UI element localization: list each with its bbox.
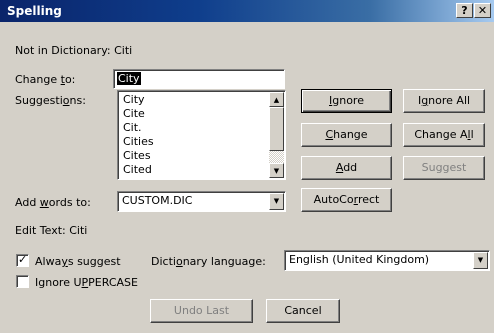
add-words-to-label: Add words to: <box>15 196 91 209</box>
ignore-button[interactable]: Ignore <box>301 89 392 113</box>
chevron-down-icon[interactable]: ▼ <box>473 252 488 269</box>
autocorrect-button[interactable]: AutoCorrect <box>301 188 392 212</box>
change-to-value: City <box>117 72 141 85</box>
edit-text-label: Edit Text: Citi <box>15 224 88 237</box>
scroll-down-icon[interactable]: ▼ <box>269 163 284 178</box>
change-to-label: Change to: <box>15 73 76 86</box>
dialog-title: Spelling <box>7 4 62 18</box>
add-words-to-select[interactable]: CUSTOM.DIC ▼ <box>117 191 286 212</box>
close-button[interactable]: ✕ <box>474 3 491 18</box>
change-all-button[interactable]: Change All <box>403 123 485 147</box>
list-item[interactable]: Cites <box>123 149 151 162</box>
not-in-dictionary-label: Not in Dictionary: Citi <box>15 44 133 57</box>
cancel-button[interactable]: Cancel <box>266 299 340 323</box>
dictionary-language-label: Dictionary language: <box>151 255 266 268</box>
help-button[interactable]: ? <box>456 3 473 18</box>
spelling-dialog: Spelling ? ✕ Not in Dictionary: Citi Cha… <box>0 0 494 333</box>
list-item[interactable]: Cities <box>123 135 154 148</box>
always-suggest-checkbox[interactable]: ✓ <box>16 253 29 267</box>
suggestions-label: Suggestions: <box>15 94 86 107</box>
check-icon: ✓ <box>18 253 28 266</box>
scroll-thumb[interactable] <box>269 107 284 151</box>
change-button[interactable]: Change <box>301 123 392 147</box>
scroll-up-icon[interactable]: ▲ <box>269 92 284 107</box>
title-bar: Spelling ? ✕ <box>0 0 494 22</box>
list-item[interactable]: Cit. <box>123 121 142 134</box>
ignore-uppercase-label[interactable]: Ignore UPPERCASE <box>35 276 138 289</box>
list-item[interactable]: City <box>123 93 145 106</box>
always-suggest-label[interactable]: Always suggest <box>35 255 121 268</box>
chevron-down-icon[interactable]: ▼ <box>269 193 284 210</box>
dictionary-language-value: English (United Kingdom) <box>289 253 430 266</box>
ignore-all-button[interactable]: Ignore All <box>403 89 485 113</box>
change-to-input[interactable]: City <box>113 69 285 89</box>
list-item[interactable]: Cited <box>123 163 152 176</box>
ignore-uppercase-checkbox[interactable] <box>16 275 29 288</box>
suggestions-list[interactable]: City Cite Cit. Cities Cites Cited ▲ ▼ <box>117 90 286 180</box>
suggestions-scrollbar[interactable]: ▲ ▼ <box>269 92 284 178</box>
add-words-to-value: CUSTOM.DIC <box>122 194 193 207</box>
suggest-button[interactable]: Suggest <box>403 156 485 180</box>
undo-last-button[interactable]: Undo Last <box>150 299 253 323</box>
dictionary-language-select[interactable]: English (United Kingdom) ▼ <box>284 250 490 271</box>
add-button[interactable]: Add <box>301 156 392 180</box>
list-item[interactable]: Cite <box>123 107 145 120</box>
